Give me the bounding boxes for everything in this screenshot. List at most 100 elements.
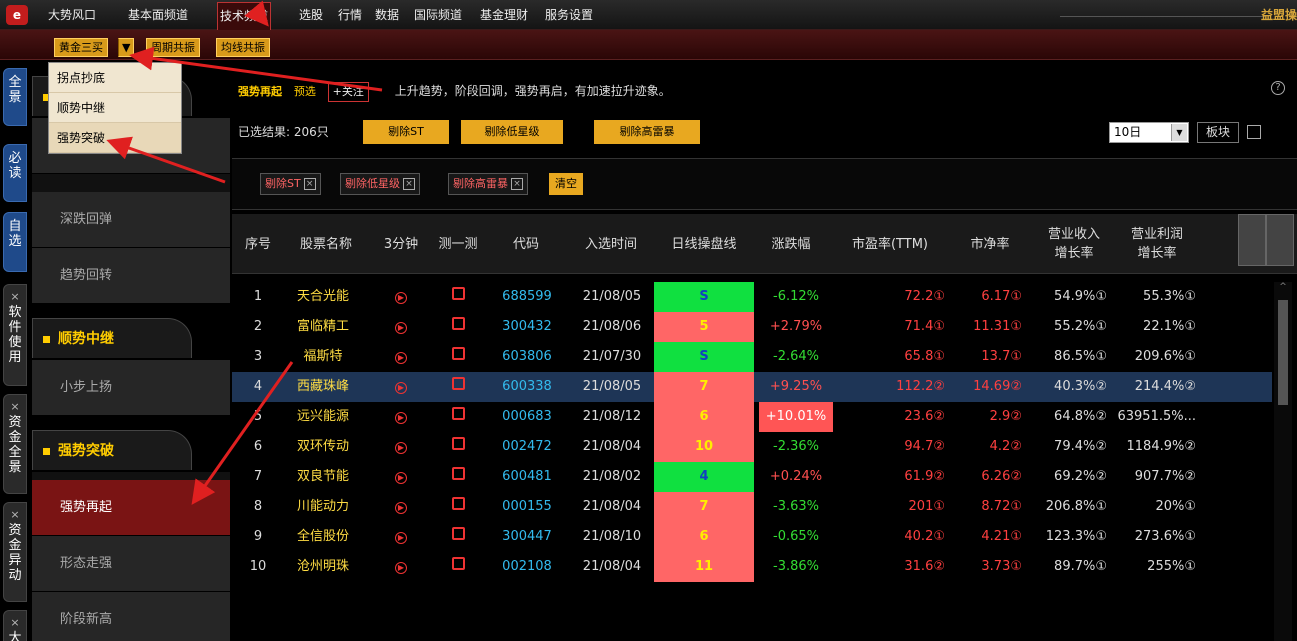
preselect-link[interactable]: 预选 xyxy=(294,85,316,98)
dropdown-item-guaidian[interactable]: 拐点抄底 xyxy=(49,63,181,93)
edit-icon[interactable] xyxy=(446,492,470,522)
menu-item-jijin[interactable]: 基金理财 xyxy=(480,0,528,30)
col-header-change[interactable]: 涨跌幅 xyxy=(761,214,821,274)
table-row[interactable]: 9 全信股份 300447 21/08/10 40.2① 4.21① 123.3%① 273.… xyxy=(232,522,1272,552)
close-icon[interactable]: × xyxy=(4,509,26,521)
menu-item-jishu[interactable]: 技术频道 xyxy=(217,2,272,30)
col-header-revenue[interactable]: 营业收入 增长率 xyxy=(1038,214,1110,274)
table-row[interactable]: 2 富临精工 300432 21/08/06 71.4① 11.31① 55.2%① 22.1… xyxy=(232,312,1272,342)
edit-icon[interactable] xyxy=(446,402,470,432)
edit-icon[interactable] xyxy=(446,342,470,372)
vtab-quanjing[interactable]: 全景 xyxy=(3,68,27,126)
menu-item-jibenmian[interactable]: 基本面频道 xyxy=(128,0,188,30)
strategy-item-xingtai[interactable]: 形态走强 xyxy=(32,536,230,592)
table-row[interactable]: 6 双环传动 002472 21/08/04 94.7② 4.2② 79.4%② 1184.9… xyxy=(232,432,1272,462)
vtab-zijinquanjing[interactable]: × 资金全景 xyxy=(3,394,27,494)
strategy-item-xingao[interactable]: 阶段新高 xyxy=(32,592,230,641)
play-circle-icon[interactable]: ▶ xyxy=(389,522,413,552)
menu-item-shuju[interactable]: 数据 xyxy=(375,0,399,30)
table-row[interactable]: 5 远兴能源 000683 21/08/12 23.6② 2.9② 64.8%② 63951.… xyxy=(232,402,1272,432)
cell-pb: 3.73① xyxy=(981,559,1022,574)
strategy-item-qushi[interactable]: 趋势回转 xyxy=(32,248,230,304)
strategy-item-xiaobu[interactable]: 小步上扬 xyxy=(32,360,230,416)
chevron-down-icon[interactable]: ▼ xyxy=(118,38,135,57)
play-circle-icon[interactable]: ▶ xyxy=(389,312,413,342)
col-header-profit[interactable]: 营业利润 增长率 xyxy=(1118,214,1196,274)
dropdown-item-qiangshi[interactable]: 强势突破 xyxy=(49,123,181,153)
chevron-up-icon[interactable]: ^ xyxy=(1278,282,1288,296)
period-select[interactable]: 10日 ▼ xyxy=(1109,122,1189,143)
vtab-more[interactable]: × 大 xyxy=(3,610,27,641)
strategy-item-shendie[interactable]: 深跌回弹 xyxy=(32,192,230,248)
menu-item-fuwu[interactable]: 服务设置 xyxy=(545,0,593,30)
app-logo-icon[interactable]: e xyxy=(6,5,28,25)
edit-icon[interactable] xyxy=(446,522,470,552)
col-header-test[interactable]: 测一测 xyxy=(431,214,485,274)
menu-item-guoji[interactable]: 国际频道 xyxy=(414,0,462,30)
chevron-down-icon[interactable]: ▼ xyxy=(1171,124,1187,141)
close-icon[interactable]: × xyxy=(4,401,26,413)
clear-filters-button[interactable]: 清空 xyxy=(549,173,583,195)
play-circle-icon[interactable]: ▶ xyxy=(389,402,413,432)
sector-button[interactable]: 板块 xyxy=(1197,122,1239,143)
vtab-zijinyidong[interactable]: × 资金异动 xyxy=(3,502,27,602)
close-icon[interactable]: × xyxy=(511,178,523,190)
column-settings-icon[interactable] xyxy=(1238,214,1266,266)
menu-item-xuangu[interactable]: 选股 xyxy=(299,0,323,30)
strategy-item-qiangshizaiqi[interactable]: 强势再起 xyxy=(32,480,230,536)
menu-item-dashi[interactable]: 大势风口 xyxy=(48,0,96,30)
play-circle-icon[interactable]: ▶ xyxy=(389,492,413,522)
close-icon[interactable]: × xyxy=(4,617,26,629)
play-circle-icon[interactable]: ▶ xyxy=(389,282,413,312)
col-header-3min[interactable]: 3分钟 xyxy=(378,214,424,274)
edit-icon[interactable] xyxy=(446,372,470,402)
play-circle-icon[interactable]: ▶ xyxy=(389,342,413,372)
section-header[interactable]: 顺势中继 xyxy=(32,318,192,358)
menu-item-hangqing[interactable]: 行情 xyxy=(338,0,362,30)
vtab-ruanjian[interactable]: × 软件使用 xyxy=(3,284,27,386)
col-header-date[interactable]: 入选时间 xyxy=(575,214,647,274)
table-row[interactable]: 4 西藏珠峰 600338 21/08/05 112.2② 14.69② 40.3%② 214… xyxy=(232,372,1272,402)
cell-rev: 86.5%① xyxy=(1054,349,1107,364)
follow-button[interactable]: +关注 xyxy=(327,82,369,102)
table-row[interactable]: 8 川能动力 000155 21/08/04 201① 8.72① 206.8%① 20%① ▶… xyxy=(232,492,1272,522)
filter-st-button[interactable]: 剔除ST xyxy=(363,120,449,144)
strategy-junxian-button[interactable]: 均线共振 xyxy=(216,38,270,57)
filter-lowstar-button[interactable]: 剔除低星级 xyxy=(461,120,563,144)
edit-icon[interactable] xyxy=(446,312,470,342)
table-row[interactable]: 7 双良节能 600481 21/08/02 61.9② 6.26② 69.2%② 907.7… xyxy=(232,462,1272,492)
edit-icon[interactable] xyxy=(446,432,470,462)
col-header-signal[interactable]: 日线操盘线 xyxy=(654,214,754,274)
close-icon[interactable]: × xyxy=(403,178,415,190)
grid-view-icon[interactable] xyxy=(1247,125,1261,139)
help-icon[interactable]: ? xyxy=(1271,81,1285,95)
col-header-index[interactable]: 序号 xyxy=(238,214,278,274)
edit-icon[interactable] xyxy=(446,462,470,492)
edit-icon[interactable] xyxy=(446,552,470,582)
table-row[interactable]: 10 沧州明珠 002108 21/08/04 31.6② 3.73① 89.7%① 255%… xyxy=(232,552,1272,582)
table-scrollbar[interactable]: ^ xyxy=(1274,282,1292,641)
col-header-code[interactable]: 代码 xyxy=(503,214,549,274)
chevron-up-icon[interactable] xyxy=(1266,214,1294,266)
section-header[interactable]: 强势突破 xyxy=(32,430,192,470)
table-row[interactable]: 1 天合光能 688599 21/08/05 72.2① 6.17① 54.9%① 55.3%… xyxy=(232,282,1272,312)
col-header-pb[interactable]: 市净率 xyxy=(960,214,1020,274)
close-icon[interactable]: × xyxy=(303,178,316,190)
close-icon[interactable]: × xyxy=(4,291,26,303)
filter-thunder-button[interactable]: 剔除高雷暴 xyxy=(594,120,700,144)
play-circle-icon[interactable]: ▶ xyxy=(389,432,413,462)
vtab-bidu[interactable]: 必读 xyxy=(3,144,27,202)
col-header-name[interactable]: 股票名称 xyxy=(287,214,365,274)
menubar-right-brand[interactable]: 益盟操 xyxy=(1261,0,1297,30)
scrollbar-thumb[interactable] xyxy=(1278,300,1288,405)
edit-icon[interactable] xyxy=(446,282,470,312)
play-circle-icon[interactable]: ▶ xyxy=(389,552,413,582)
col-header-pe[interactable]: 市盈率(TTM) xyxy=(835,214,945,274)
strategy-zhouqi-button[interactable]: 周期共振 xyxy=(146,38,200,57)
play-circle-icon[interactable]: ▶ xyxy=(389,462,413,492)
table-row[interactable]: 3 福斯特 603806 21/07/30 65.8① 13.7① 86.5%① 209.6%… xyxy=(232,342,1272,372)
vtab-zixuan[interactable]: 自选 xyxy=(3,212,27,272)
strategy-huangjin-button[interactable]: 黄金三买 xyxy=(54,38,108,57)
dropdown-item-shunshi[interactable]: 顺势中继 xyxy=(49,93,181,123)
play-circle-icon[interactable]: ▶ xyxy=(389,372,413,402)
